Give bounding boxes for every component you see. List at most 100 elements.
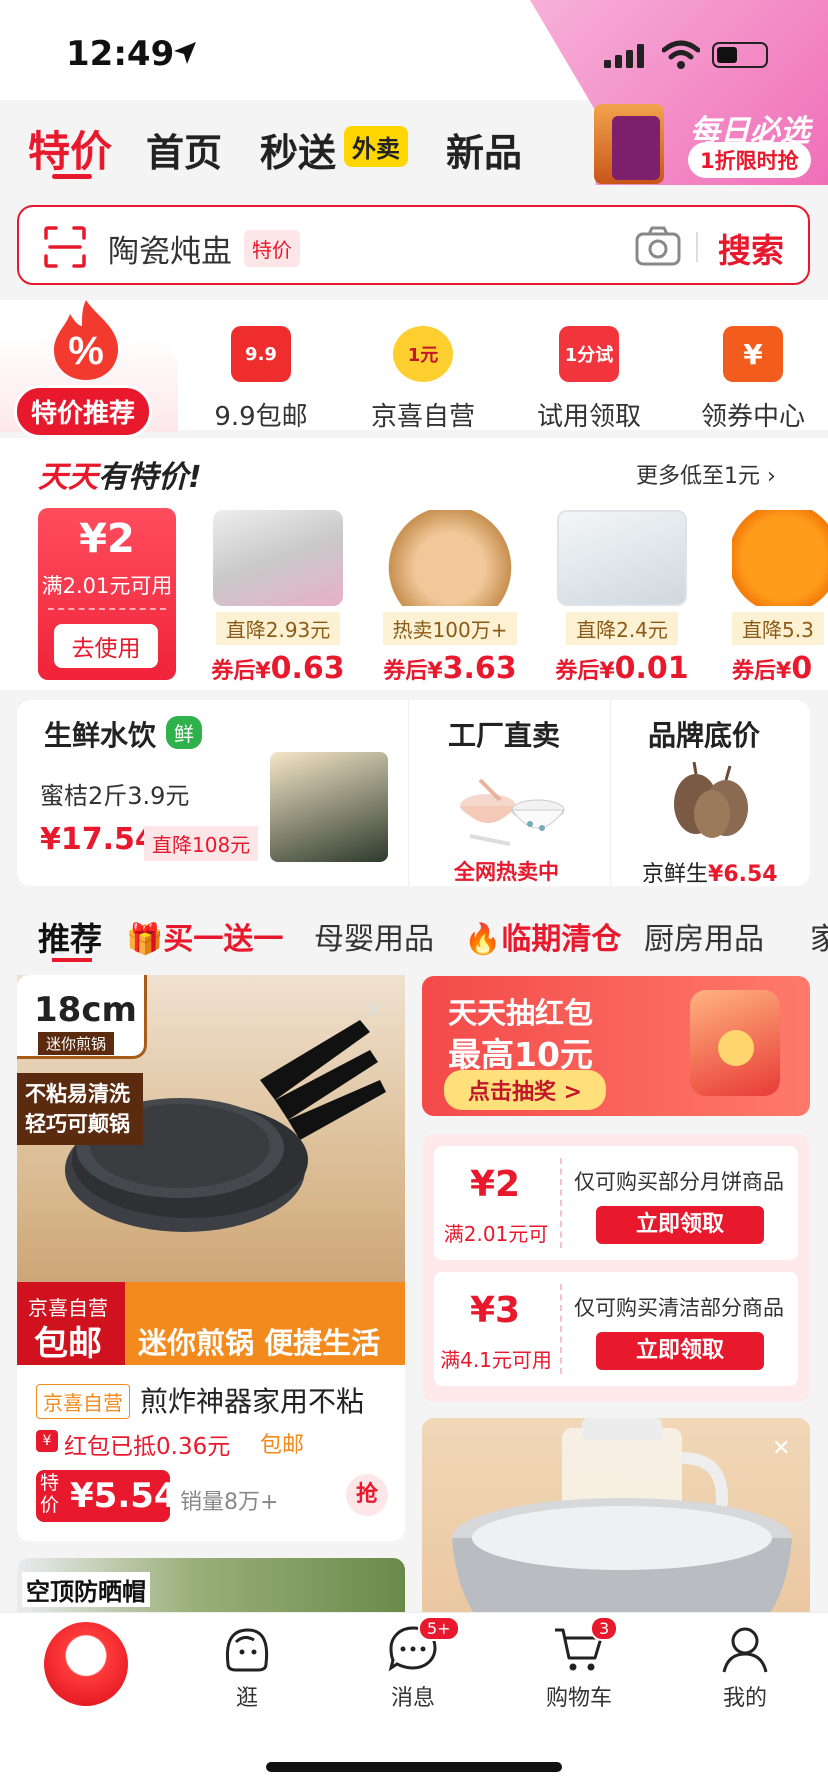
status-time: 12:49 bbox=[66, 34, 175, 74]
promo-product-jar bbox=[612, 116, 660, 180]
factory-product-image[interactable] bbox=[450, 760, 580, 850]
fresh-badge: 鲜 bbox=[166, 716, 202, 749]
coupon-amount: ¥2 bbox=[469, 1164, 521, 1205]
coupon-divider bbox=[560, 1284, 562, 1374]
coupon-divider bbox=[48, 608, 166, 610]
message-count-badge: 5+ bbox=[418, 1616, 460, 1641]
coupon-condition: 满4.1元可用 bbox=[440, 1348, 552, 1372]
category-9-9-free-shipping[interactable]: 9.9 9.9包邮 bbox=[186, 326, 336, 433]
daily-pick-subtitle[interactable]: 1折限时抢 bbox=[688, 142, 811, 178]
brand-sub: 京鲜生¥6.54 bbox=[642, 862, 778, 887]
nav-browse[interactable]: 逛 bbox=[192, 1624, 302, 1712]
nav-cart[interactable]: 购物车 bbox=[524, 1624, 634, 1712]
cart-count-badge: 3 bbox=[590, 1616, 619, 1641]
coupon-center-icon: ¥ bbox=[723, 326, 783, 382]
product-selfrun-tag: 京喜自营 bbox=[36, 1384, 130, 1419]
home-indicator bbox=[266, 1762, 562, 1772]
tab-home[interactable]: 首页 bbox=[146, 122, 222, 177]
battery-level bbox=[717, 47, 737, 63]
feed-tab-recommend[interactable]: 推荐 bbox=[38, 914, 102, 960]
deal-item-after-price: 券后¥0.01 bbox=[555, 651, 689, 686]
deal-item[interactable]: 热卖100万+ 券后¥3.63 bbox=[370, 510, 530, 686]
red-packet-icon: ¥ bbox=[36, 1430, 58, 1452]
deal-item-image bbox=[732, 510, 828, 606]
gift-icon: 🎁 bbox=[126, 922, 164, 957]
product-sales: 销量8万+ bbox=[180, 1490, 279, 1515]
profile-icon bbox=[722, 1627, 768, 1673]
category-special-recommend[interactable]: 特价推荐 bbox=[14, 385, 153, 438]
fresh-drop: 直降108元 bbox=[144, 826, 259, 861]
wifi-icon bbox=[662, 40, 700, 70]
deal-item-drop: 直降2.4元 bbox=[566, 612, 678, 645]
signal-icon bbox=[604, 44, 648, 68]
category-label: 试用领取 bbox=[536, 402, 641, 432]
feed-tab-bogo[interactable]: 🎁买一送一 bbox=[126, 914, 283, 958]
jd-mascot-home-icon[interactable] bbox=[44, 1622, 128, 1706]
grab-button[interactable]: 抢 bbox=[346, 1474, 388, 1516]
nav-label: 我的 bbox=[722, 1686, 767, 1711]
feed-tab-clearance[interactable]: 🔥临期清仓 bbox=[464, 914, 621, 958]
location-arrow-icon bbox=[172, 40, 198, 66]
search-button[interactable]: 搜索 bbox=[718, 224, 784, 272]
feed-tab-home[interactable]: 家 bbox=[810, 914, 828, 958]
coupon-amount: ¥3 bbox=[469, 1290, 521, 1331]
tab-second-delivery[interactable]: 秒送 bbox=[260, 122, 336, 177]
search-divider bbox=[696, 232, 698, 262]
coupon-desc: 仅可购买部分月饼商品 bbox=[574, 1170, 784, 1194]
size-sub: 迷你煎锅 bbox=[38, 1032, 115, 1055]
daily-deals-more-link[interactable]: 更多低至1元 › bbox=[636, 458, 776, 490]
coupon-use-button[interactable]: 去使用 bbox=[54, 624, 158, 668]
category-trial[interactable]: 1分试 试用领取 bbox=[514, 326, 664, 433]
feed-tab-kitchen[interactable]: 厨房用品 bbox=[644, 914, 764, 958]
category-label: 9.9包邮 bbox=[214, 402, 308, 432]
factory-direct-title[interactable]: 工厂直卖 bbox=[448, 714, 560, 754]
brand-low-price-title[interactable]: 品牌底价 bbox=[648, 714, 760, 754]
fresh-price: ¥17.54 bbox=[40, 822, 156, 857]
coupon-condition: 满2.01元可 bbox=[443, 1222, 549, 1246]
percent-fire-icon[interactable]: % bbox=[48, 298, 124, 382]
close-icon[interactable]: ✕ bbox=[772, 1436, 790, 1461]
coupon-amount: ¥2 bbox=[79, 516, 135, 562]
camera-icon[interactable] bbox=[634, 224, 682, 268]
lucky-draw-title: 天天抽红包 bbox=[448, 996, 594, 1030]
fresh-desc: 蜜桔2斤3.9元 bbox=[40, 782, 190, 810]
category-jingxi-selfrun[interactable]: 1元 京喜自营 bbox=[348, 326, 498, 433]
price-special-tag: 特价 bbox=[40, 1472, 60, 1516]
fresh-product-image[interactable] bbox=[270, 752, 388, 862]
lucky-draw-max: 最高10元 bbox=[448, 1035, 593, 1074]
nav-label: 购物车 bbox=[545, 1686, 612, 1711]
nav-label: 消息 bbox=[390, 1686, 435, 1711]
scan-icon[interactable] bbox=[42, 224, 88, 270]
close-icon[interactable]: ✕ bbox=[364, 998, 382, 1023]
category-label: 京喜自营 bbox=[370, 402, 475, 432]
category-label: 领券中心 bbox=[700, 402, 805, 432]
search-tag: 特价 bbox=[244, 230, 300, 267]
nav-profile[interactable]: 我的 bbox=[690, 1624, 800, 1712]
deal-item-after-price: 券后¥3.63 bbox=[383, 651, 517, 686]
browse-face-icon bbox=[225, 1628, 269, 1672]
product-price: ¥5.54 bbox=[70, 1476, 178, 1516]
deal-item-drop: 直降5.3 bbox=[732, 612, 824, 645]
feed-tab-baby[interactable]: 母婴用品 bbox=[314, 914, 434, 958]
coupon-claim-button[interactable]: 立即领取 bbox=[596, 1332, 764, 1370]
deal-item[interactable]: 直降2.4元 券后¥0.01 bbox=[542, 510, 702, 686]
free-shipping-text: 包邮 bbox=[260, 1433, 305, 1458]
tab-active-indicator bbox=[52, 174, 92, 179]
lucky-draw-button[interactable]: 点击抽奖 > bbox=[444, 1070, 607, 1110]
tab-new[interactable]: 新品 bbox=[446, 122, 522, 177]
brand-product-image[interactable] bbox=[660, 758, 764, 850]
product-name[interactable]: 煎炸神器家用不粘 bbox=[140, 1380, 364, 1420]
takeout-badge: 外卖 bbox=[344, 126, 408, 167]
coupon-claim-button[interactable]: 立即领取 bbox=[596, 1206, 764, 1244]
tab-special[interactable]: 特价 bbox=[28, 118, 112, 179]
category-coupon-center[interactable]: ¥ 领券中心 bbox=[678, 326, 828, 433]
search-input[interactable]: 陶瓷炖盅 bbox=[108, 226, 232, 271]
svg-text:%: % bbox=[68, 329, 104, 373]
deal-item-image bbox=[385, 510, 515, 606]
deal-item[interactable]: 直降5.3 券后¥0 bbox=[714, 510, 828, 686]
factory-sub: 全网热卖中 bbox=[454, 860, 559, 884]
fresh-drinks-title[interactable]: 生鲜水饮 bbox=[44, 714, 156, 754]
banner-free-shipping: 包邮 bbox=[34, 1324, 102, 1364]
deal-item[interactable]: 直降2.93元 券后¥0.63 bbox=[198, 510, 358, 686]
deal-item-drop: 直降2.93元 bbox=[215, 612, 341, 645]
